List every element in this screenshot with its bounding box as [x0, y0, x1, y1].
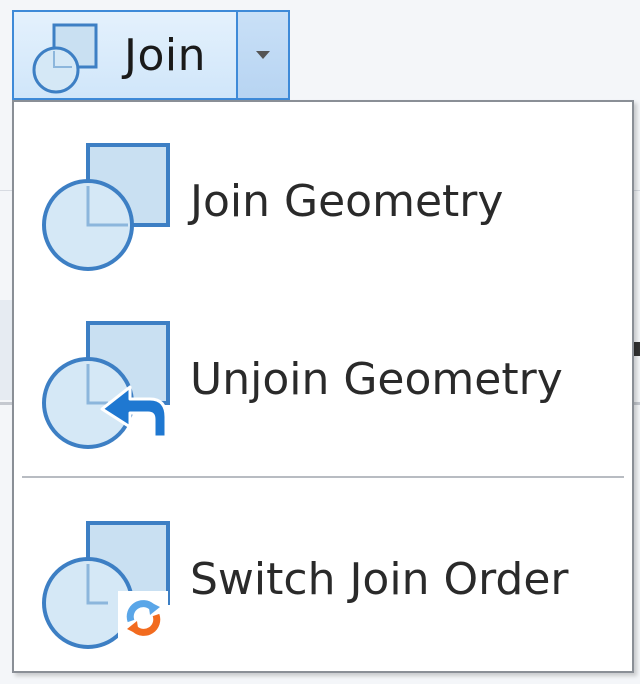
join-button[interactable]: Join [14, 12, 236, 98]
unjoin-geometry-icon [38, 309, 178, 449]
switch-join-order-icon [38, 509, 178, 649]
join-split-button[interactable]: Join [12, 10, 290, 100]
menu-item-label: Join Geometry [190, 175, 504, 227]
join-dropdown-toggle[interactable] [236, 12, 288, 98]
join-geometry-icon [26, 15, 106, 95]
menu-item-label: Switch Join Order [190, 553, 569, 605]
menu-item-switch-join-order[interactable]: Switch Join Order [14, 494, 632, 664]
join-dropdown-menu: Join Geometry Unjoin Geometry Switch Joi… [12, 100, 634, 673]
menu-item-join-geometry[interactable]: Join Geometry [14, 116, 632, 286]
menu-item-unjoin-geometry[interactable]: Unjoin Geometry [14, 294, 632, 464]
join-geometry-icon [38, 131, 178, 271]
join-button-label: Join [124, 29, 207, 81]
menu-item-label: Unjoin Geometry [190, 353, 563, 405]
menu-separator [22, 476, 624, 478]
caret-down-icon [256, 51, 270, 59]
